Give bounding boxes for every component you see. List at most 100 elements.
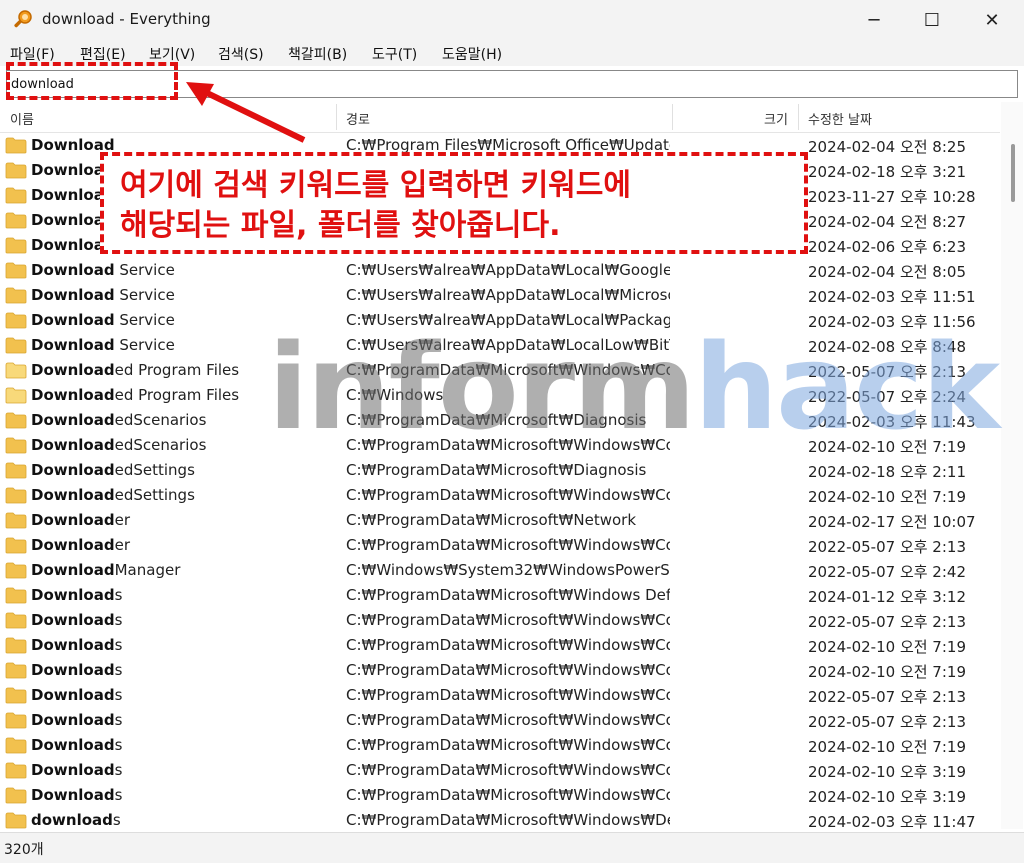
file-path: C:₩ProgramData₩Microsoft₩Diagnosis — [346, 461, 647, 479]
table-row[interactable]: Download Service C:₩Users₩alrea₩AppData₩L… — [0, 308, 1000, 333]
modified-date: 2024-02-10 오전 7:19 — [808, 638, 966, 656]
table-row[interactable]: downloads C:₩ProgramData₩Microsoft₩Window… — [0, 808, 1000, 829]
folder-icon — [5, 512, 27, 529]
table-row[interactable]: DownloadManager C:₩Windows₩System32₩Windo… — [0, 558, 1000, 583]
table-row[interactable]: DownloadedSettings C:₩ProgramData₩Microso… — [0, 458, 1000, 483]
file-name: Downloader — [31, 511, 130, 529]
file-name: Downloads — [31, 611, 122, 629]
file-path: C:₩ProgramData₩Microsoft₩Windows₩Co... — [346, 761, 670, 779]
table-row[interactable]: Downloads C:₩ProgramData₩Microsoft₩Window… — [0, 658, 1000, 683]
name-rest: er — [114, 511, 131, 529]
table-row[interactable]: Download Service C:₩Users₩alrea₩AppData₩L… — [0, 258, 1000, 283]
folder-icon — [5, 487, 27, 504]
file-path: C:₩ProgramData₩Microsoft₩Diagnosis — [346, 411, 647, 429]
table-row[interactable]: Downloaded Program Files C:₩ProgramData₩M… — [0, 358, 1000, 383]
folder-icon — [5, 162, 27, 179]
folder-icon — [5, 612, 27, 629]
table-row[interactable]: DownloadedScenarios C:₩ProgramData₩Micros… — [0, 408, 1000, 433]
name-rest: Service — [114, 286, 175, 304]
table-row[interactable]: Downloaded Program Files C:₩Windows 2022-0… — [0, 383, 1000, 408]
file-path: C:₩ProgramData₩Microsoft₩Windows₩Co... — [346, 736, 670, 754]
result-count: 320개 — [4, 842, 44, 858]
modified-date: 2024-02-04 오전 8:25 — [808, 138, 966, 156]
modified-date: 2024-02-17 오전 10:07 — [808, 513, 976, 531]
name-rest: s — [114, 661, 123, 679]
folder-icon — [5, 312, 27, 329]
name-match: Download — [31, 461, 115, 479]
table-row[interactable]: Downloads C:₩ProgramData₩Microsoft₩Window… — [0, 783, 1000, 808]
folder-icon — [5, 337, 27, 354]
scrollbar-thumb[interactable] — [1011, 144, 1015, 202]
table-row[interactable]: DownloadedScenarios C:₩ProgramData₩Micros… — [0, 433, 1000, 458]
table-row[interactable]: Downloads C:₩ProgramData₩Microsoft₩Window… — [0, 633, 1000, 658]
table-row[interactable]: Downloader C:₩ProgramData₩Microsoft₩Netwo… — [0, 508, 1000, 533]
file-name: Download Service — [31, 336, 175, 354]
table-row[interactable]: Downloads C:₩ProgramData₩Microsoft₩Window… — [0, 608, 1000, 633]
column-name-header[interactable]: 이름 — [10, 109, 34, 128]
folder-icon — [5, 762, 27, 779]
column-divider[interactable] — [672, 104, 673, 130]
table-row[interactable]: Downloads C:₩ProgramData₩Microsoft₩Window… — [0, 583, 1000, 608]
name-match: Download — [31, 711, 115, 729]
name-match: Download — [31, 386, 115, 404]
close-icon: ✕ — [984, 9, 1000, 31]
name-rest: Service — [114, 261, 175, 279]
table-row[interactable]: Download Service C:₩Users₩alrea₩AppData₩L… — [0, 333, 1000, 358]
table-row[interactable]: Downloads C:₩ProgramData₩Microsoft₩Window… — [0, 733, 1000, 758]
column-path-header[interactable]: 경로 — [346, 109, 370, 128]
table-row[interactable]: DownloadedSettings C:₩ProgramData₩Microso… — [0, 483, 1000, 508]
file-name: Downloads — [31, 586, 122, 604]
menu-view[interactable]: 보기(V) — [149, 44, 195, 64]
column-size-header[interactable]: 크기 — [764, 109, 788, 128]
file-name: Download Service — [31, 311, 175, 329]
file-path: C:₩ProgramData₩Microsoft₩Windows₩Dev... — [346, 811, 670, 829]
file-path: C:₩Windows₩System32₩WindowsPowerSh... — [346, 561, 670, 579]
file-path: C:₩ProgramData₩Microsoft₩Windows₩Co... — [346, 486, 670, 504]
folder-icon — [5, 562, 27, 579]
name-rest: ed Program Files — [114, 386, 240, 404]
menu-file[interactable]: 파일(F) — [10, 44, 55, 64]
file-name: DownloadedSettings — [31, 461, 195, 479]
name-match: Download — [31, 761, 115, 779]
table-row[interactable]: Downloads C:₩ProgramData₩Microsoft₩Window… — [0, 758, 1000, 783]
folder-icon — [5, 137, 27, 154]
menu-edit[interactable]: 편집(E) — [80, 44, 126, 64]
file-path: C:₩Users₩alrea₩AppData₩Local₩Packages... — [346, 311, 670, 329]
vertical-scrollbar[interactable] — [1001, 102, 1023, 829]
name-match: Download — [31, 536, 115, 554]
folder-icon — [5, 737, 27, 754]
file-path: C:₩ProgramData₩Microsoft₩Windows Defe... — [346, 586, 670, 604]
status-bar: 320개 — [0, 832, 1024, 863]
column-divider[interactable] — [336, 104, 337, 130]
folder-icon — [5, 812, 27, 829]
maximize-button[interactable]: ☐ — [902, 0, 962, 40]
table-row[interactable]: Downloads C:₩ProgramData₩Microsoft₩Window… — [0, 708, 1000, 733]
table-row[interactable]: Download Service C:₩Users₩alrea₩AppData₩L… — [0, 283, 1000, 308]
minimize-button[interactable]: ─ — [844, 0, 904, 40]
file-name: Downloads — [31, 761, 122, 779]
modified-date: 2022-05-07 오후 2:24 — [808, 388, 966, 406]
menu-help[interactable]: 도움말(H) — [442, 44, 502, 64]
column-date-header[interactable]: 수정한 날짜 — [808, 109, 872, 128]
file-name: Downloads — [31, 736, 122, 754]
file-name: Downloader — [31, 536, 130, 554]
name-rest: s — [114, 761, 123, 779]
menu-bookmarks[interactable]: 책갈피(B) — [288, 44, 347, 64]
modified-date: 2024-02-10 오전 7:19 — [808, 738, 966, 756]
name-rest: edScenarios — [114, 436, 207, 454]
table-row[interactable]: Downloader C:₩ProgramData₩Microsoft₩Windo… — [0, 533, 1000, 558]
menu-tools[interactable]: 도구(T) — [372, 44, 417, 64]
menu-search[interactable]: 검색(S) — [218, 44, 264, 64]
column-divider[interactable] — [798, 104, 799, 130]
name-match: Download — [31, 311, 115, 329]
file-name: DownloadManager — [31, 561, 180, 579]
modified-date: 2022-05-07 오후 2:13 — [808, 613, 966, 631]
file-name: Downloads — [31, 686, 122, 704]
modified-date: 2024-02-18 오후 3:21 — [808, 163, 966, 181]
close-button[interactable]: ✕ — [962, 0, 1022, 40]
name-rest: edSettings — [114, 486, 195, 504]
file-name: DownloadedScenarios — [31, 411, 206, 429]
table-row[interactable]: Downloads C:₩ProgramData₩Microsoft₩Window… — [0, 683, 1000, 708]
modified-date: 2024-02-10 오후 3:19 — [808, 763, 966, 781]
modified-date: 2024-02-03 오후 11:47 — [808, 813, 976, 829]
